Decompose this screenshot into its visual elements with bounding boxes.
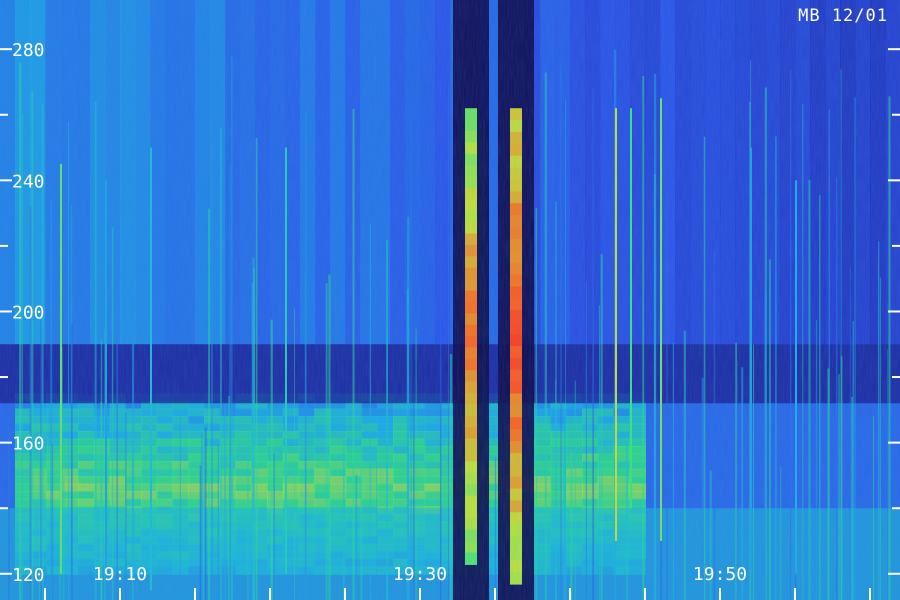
x-tick-label: 19:10	[93, 564, 147, 585]
y-tick-label: 160	[12, 434, 45, 455]
spectrogram-chart: 120 160 200 240 280 19:10 19:30 19:50 MB 12/01	[0, 0, 900, 600]
x-tick-label: 19:30	[393, 564, 447, 585]
y-tick-label: 280	[12, 40, 45, 61]
y-tick-label: 200	[12, 302, 45, 323]
y-tick-label: 240	[12, 171, 45, 192]
noise-texture	[0, 0, 900, 600]
x-tick-label: 19:50	[693, 564, 747, 585]
station-label: MB 12/01	[798, 6, 888, 26]
spectrogram-svg: 120 160 200 240 280 19:10 19:30 19:50	[0, 0, 900, 600]
y-tick-label: 120	[12, 565, 45, 586]
